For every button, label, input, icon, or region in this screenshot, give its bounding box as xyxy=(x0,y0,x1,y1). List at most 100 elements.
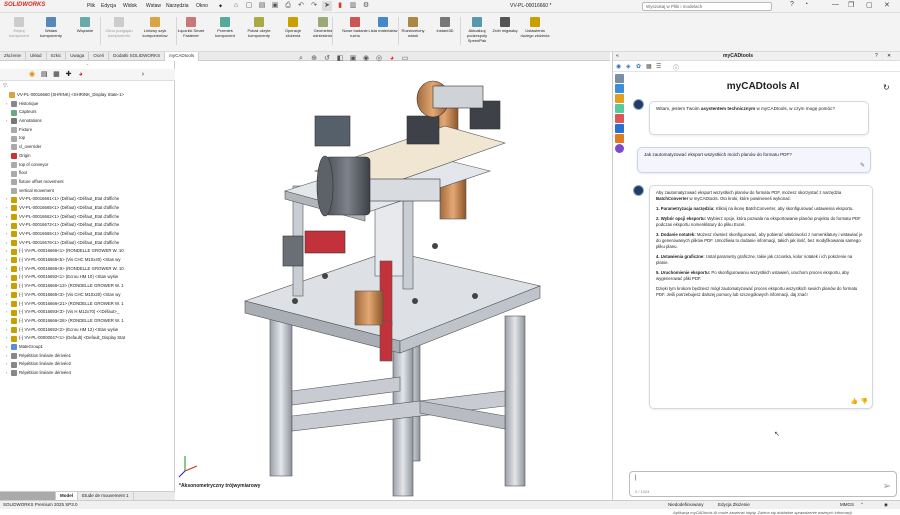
section-view-icon[interactable]: ◧ xyxy=(335,54,345,64)
configuration-manager-icon[interactable]: ▦ xyxy=(52,70,60,80)
rebuild-icon[interactable]: ▮ xyxy=(335,1,345,11)
tree-row[interactable]: › VV-PL-00016665<1> (Défaut) <Défaut_Etat… xyxy=(0,230,175,239)
tab-1[interactable]: Układ xyxy=(26,52,47,61)
scene-icon[interactable]: ▭ xyxy=(400,54,410,64)
scroll-tabs-icon[interactable] xyxy=(0,492,56,500)
tool-icon-4[interactable] xyxy=(615,104,624,113)
grid-tab-icon[interactable]: ▦ xyxy=(646,63,652,70)
tool-icon-5[interactable] xyxy=(615,114,624,123)
ribbon-button-5[interactable]: Liniowy szyk komponentów xyxy=(140,17,170,38)
help-icon[interactable]: ? xyxy=(790,1,794,8)
panel-collapse-handle[interactable]: ⌄ xyxy=(0,61,175,69)
ribbon-button-1[interactable]: Edytuj komponent xyxy=(4,17,34,38)
restore-icon[interactable]: ❐ xyxy=(848,1,854,9)
close-icon[interactable]: ✕ xyxy=(884,1,890,9)
ribbon-button-2[interactable]: Wstaw komponenty xyxy=(36,17,66,38)
tool-icon-3[interactable] xyxy=(615,94,624,103)
home-tab-icon[interactable]: ◉ xyxy=(616,63,621,70)
tool-icon-8[interactable] xyxy=(615,144,624,153)
options-icon[interactable]: ⚙ xyxy=(361,1,371,11)
tree-row[interactable]: › VV-PL-00016662<1> (Défaut) <Défaut_Etat… xyxy=(0,213,175,222)
tool-icon-1[interactable] xyxy=(615,74,624,83)
view-orientation-icon[interactable]: ▣ xyxy=(348,54,358,64)
tree-row[interactable]: › VV-PL-00016661<1> (Défaut) <Défaut_Etat… xyxy=(0,195,175,204)
tool-icon-7[interactable] xyxy=(615,134,624,143)
tree-row[interactable]: cl_overrider xyxy=(0,143,175,152)
save-icon[interactable]: ▣ xyxy=(270,1,280,11)
ribbon-button-16[interactable]: Zrób migawkę xyxy=(490,17,520,33)
solidworks-logo[interactable]: SOLIDWORKS xyxy=(4,2,45,8)
menu-window[interactable]: Okno xyxy=(196,3,208,9)
minimize-icon[interactable]: — xyxy=(832,1,839,8)
file-props-icon[interactable]: ▥ xyxy=(348,1,358,11)
feature-tree-icon[interactable]: ◉ xyxy=(28,70,36,80)
tree-row[interactable]: › Annotations xyxy=(0,117,175,126)
undo-icon[interactable]: ↶ xyxy=(296,1,306,11)
tree-row[interactable]: VV-PL-00016660 (SHRINK) <SHRINK_Display … xyxy=(0,91,175,100)
tree-row[interactable]: › VV-PL-00016676<1> (Défaut) <Défaut_Etat… xyxy=(0,239,175,248)
maximize-icon[interactable]: ▢ xyxy=(866,1,873,9)
tree-row[interactable]: › (-) VV-PL-00016666<21> (RONDELLE GROWER… xyxy=(0,300,175,309)
status-arrow-icon[interactable]: ⌃ xyxy=(860,502,864,508)
menu-file[interactable]: Plik xyxy=(87,3,95,9)
edit-message-icon[interactable]: ✎ xyxy=(860,163,865,169)
collapse-panel-icon[interactable]: « xyxy=(616,53,619,59)
property-manager-icon[interactable]: ▤ xyxy=(40,70,48,80)
tree-row[interactable]: top xyxy=(0,134,175,143)
tab-2[interactable]: Szkic xyxy=(47,52,67,61)
tree-row[interactable]: › Historique xyxy=(0,100,175,109)
tool-icon-6[interactable] xyxy=(615,124,624,133)
thumbs-down-icon[interactable]: 👎 xyxy=(861,399,868,405)
ribbon-button-17[interactable]: Ustawienia dużego złożenia xyxy=(520,17,550,38)
tab-5[interactable]: Dodatki SOLIDWORKS xyxy=(109,52,166,61)
tree-row[interactable]: top of conveyor xyxy=(0,161,175,170)
select-icon[interactable]: ➤ xyxy=(322,1,332,11)
tab-model[interactable]: Model xyxy=(56,492,78,500)
ribbon-button-11[interactable]: Nowe badanie ruchu xyxy=(340,17,370,38)
dimxpert-icon[interactable]: ✚ xyxy=(65,70,73,80)
more-tabs-icon[interactable]: › xyxy=(139,70,147,80)
ribbon-button-9[interactable]: Operacje złożenia xyxy=(278,17,308,38)
tree-row[interactable]: fixture offset movement xyxy=(0,178,175,187)
tree-row[interactable]: Fixture xyxy=(0,126,175,135)
tree-row[interactable]: › (-) VV-PL-00016666<13> (RONDELLE GROWER… xyxy=(0,282,175,291)
tree-row[interactable]: › Répétition linéaire dérivée1 xyxy=(0,352,175,361)
zoom-fit-icon[interactable]: ⌕ xyxy=(296,54,306,64)
menu-insert[interactable]: Wstaw xyxy=(146,3,161,9)
tree-row[interactable]: › (-) VV-PL-00016665<3> (Vis CHC M10x20) … xyxy=(0,291,175,300)
tree-row[interactable]: › MateGroup1 xyxy=(0,343,175,352)
ribbon-button-14[interactable]: Instant3D xyxy=(430,17,460,33)
status-units[interactable]: MMGS xyxy=(840,502,854,507)
tab-motion-study[interactable]: Etude de mouvement 1 xyxy=(78,492,134,500)
ribbon-button-15[interactable]: Aktualizuj podzespoły SpeedPak xyxy=(462,17,492,43)
tree-row[interactable]: Origin xyxy=(0,152,175,161)
redo-icon[interactable]: ↷ xyxy=(309,1,319,11)
search-input[interactable]: Wyszukaj w Pliki i modelach xyxy=(642,2,772,11)
menu-edit[interactable]: Edycja xyxy=(101,3,116,9)
pin-icon[interactable]: ✦ xyxy=(218,3,223,10)
ribbon-button-7[interactable]: Przenieś komponent xyxy=(210,17,240,38)
display-manager-icon[interactable]: ◕ xyxy=(77,70,85,80)
menu-tools[interactable]: Narzędzia xyxy=(166,3,189,9)
menu-view[interactable]: Widok xyxy=(123,3,137,9)
tab-6[interactable]: myCADtools xyxy=(165,52,200,61)
ribbon-button-4[interactable]: Okno podglądu komponentu xyxy=(104,17,134,38)
send-icon[interactable]: ➢ xyxy=(883,481,891,492)
tree-row[interactable]: › Répétition linéaire dérivée4 xyxy=(0,369,175,378)
ribbon-button-13[interactable]: Rozstrzelony widok xyxy=(398,17,428,38)
hide-show-icon[interactable]: ◎ xyxy=(374,54,384,64)
ribbon-button-10[interactable]: Geometria odniesienia xyxy=(308,17,338,38)
list-tab-icon[interactable]: ☰ xyxy=(656,63,661,70)
tree-row[interactable]: › (-) VV-PL-00016693<3> (Vis H M12x70) <<… xyxy=(0,308,175,317)
tab-0[interactable]: Złożenie xyxy=(0,52,27,61)
appearance-icon[interactable]: ◕ xyxy=(387,54,397,64)
display-style-icon[interactable]: ◉ xyxy=(361,54,371,64)
tab-4[interactable]: Oceń xyxy=(89,52,110,61)
graphics-viewport[interactable]: *Aksonometryczny trójwymiarowy xyxy=(175,61,610,500)
tool-icon-2[interactable] xyxy=(615,84,624,93)
tree-row[interactable]: Capteurs xyxy=(0,108,175,117)
tree-row[interactable]: › (-) VV-PL-00016692<1> (Ecrou HM 10) <St… xyxy=(0,273,175,282)
tree-row[interactable]: › VV-PL-00016672<1> (Défaut) <Défaut_Etat… xyxy=(0,221,175,230)
new-doc-icon[interactable]: ▢ xyxy=(244,1,254,11)
filter-icon[interactable]: ▽. xyxy=(3,83,8,89)
